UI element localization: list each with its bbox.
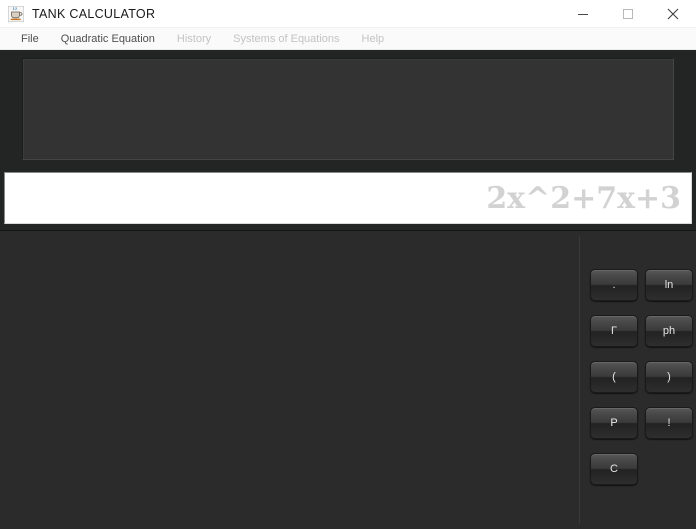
- key-label: !: [667, 417, 671, 429]
- key-label: ln: [664, 279, 674, 291]
- key-label: ph: [662, 325, 676, 337]
- output-display-region: [0, 50, 696, 168]
- menu-item-history[interactable]: History: [166, 29, 222, 49]
- output-display: [22, 58, 674, 160]
- key-ln[interactable]: ln: [645, 269, 693, 301]
- keypad-side: . ln Γph () P! C: [580, 231, 696, 529]
- key-c[interactable]: C: [590, 453, 638, 485]
- key-factorial[interactable]: !: [645, 407, 693, 439]
- calculator-body: 2x^2+7x+3 789-←sin456xClearcos123/^tan0√…: [0, 50, 696, 529]
- title-bar: TANK CALCULATOR: [0, 0, 696, 28]
- key-label: P: [610, 417, 618, 429]
- window-controls: [560, 0, 696, 28]
- menu-item-systems-of-equations[interactable]: Systems of Equations: [222, 29, 350, 49]
- key-paren-open[interactable]: (: [590, 361, 638, 393]
- key-gamma[interactable]: Γ: [590, 315, 638, 347]
- menu-item-quadratic-equation[interactable]: Quadratic Equation: [50, 29, 166, 49]
- key-paren-close[interactable]: ): [645, 361, 693, 393]
- maximize-button[interactable]: [605, 0, 650, 28]
- menu-bar: File Quadratic Equation History Systems …: [0, 28, 696, 50]
- menu-item-help[interactable]: Help: [351, 29, 396, 49]
- equation-placeholder: 2x^2+7x+3: [486, 180, 681, 216]
- key-label: C: [610, 463, 618, 475]
- close-button[interactable]: [650, 0, 696, 28]
- equation-input-region: 2x^2+7x+3: [0, 168, 696, 230]
- key-label: .: [612, 279, 616, 291]
- java-cup-icon: [7, 5, 25, 22]
- menu-item-file[interactable]: File: [10, 29, 50, 49]
- keypad-region: 789-←sin456xClearcos123/^tan0√log+= . ln Γ…: [0, 230, 696, 529]
- title-bar-left: TANK CALCULATOR: [0, 5, 156, 22]
- equation-input[interactable]: 2x^2+7x+3: [4, 172, 692, 224]
- key-label: Γ: [610, 325, 618, 337]
- key-label: (: [612, 371, 616, 383]
- key-ph[interactable]: ph: [645, 315, 693, 347]
- keypad-main: 789-←sin456xClearcos123/^tan0√log+=: [0, 231, 579, 529]
- key-p[interactable]: P: [590, 407, 638, 439]
- window-title: TANK CALCULATOR: [32, 6, 156, 21]
- calculator-window: TANK CALCULATOR File Quadratic Equation …: [0, 0, 696, 529]
- key-label: ): [667, 371, 671, 383]
- key-decimal[interactable]: .: [590, 269, 638, 301]
- minimize-button[interactable]: [560, 0, 605, 28]
